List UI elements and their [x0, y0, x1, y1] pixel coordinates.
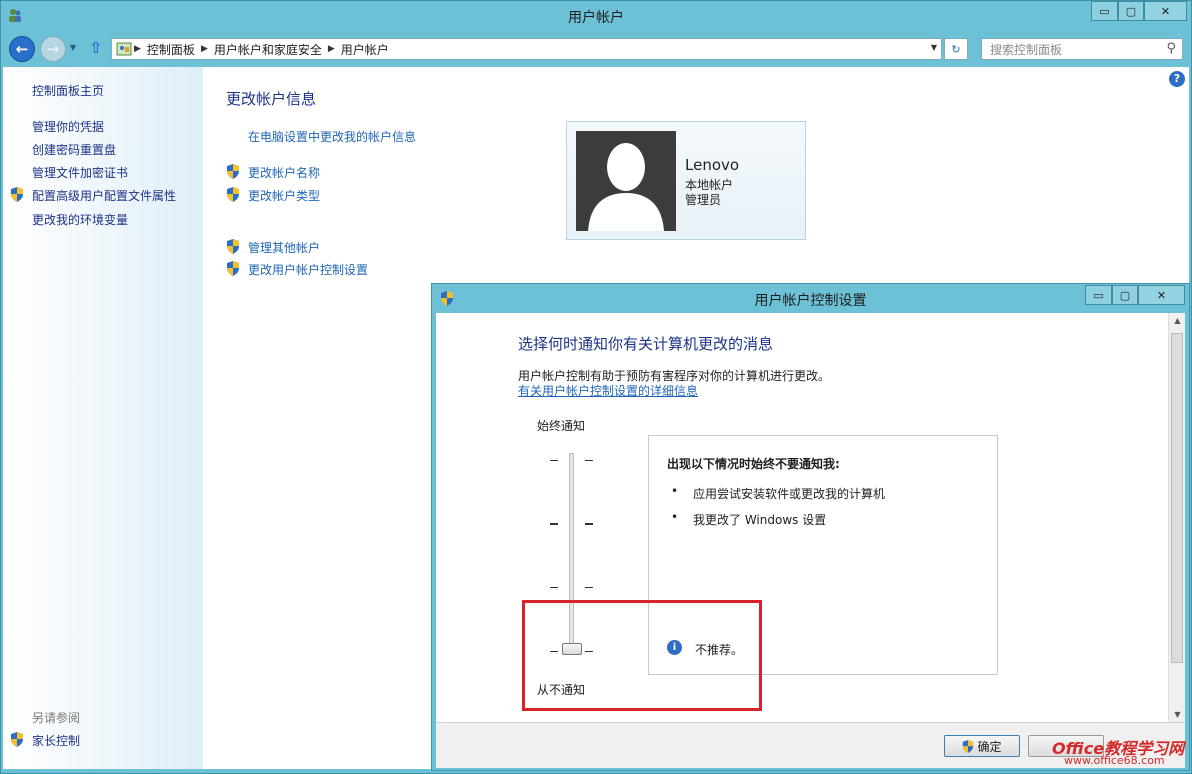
scroll-down-icon[interactable]: ▼: [1169, 710, 1186, 719]
info-bullet-item: 我更改了 Windows 设置: [693, 513, 827, 527]
uac-shield-icon: [227, 261, 239, 276]
slider-tick: [550, 460, 558, 461]
uac-shield-icon: [11, 187, 23, 202]
search-icon[interactable]: ⚲: [1166, 41, 1176, 56]
change-account-type-link[interactable]: 更改帐户类型: [248, 187, 320, 204]
uac-shield-icon: [227, 164, 239, 179]
dialog-heading: 选择何时通知你有关计算机更改的消息: [518, 335, 774, 353]
title-bar: 用户帐户 ▭ ▢ ✕: [1, 1, 1191, 31]
dialog-title: 用户帐户控制设置: [754, 293, 867, 309]
sidebar-item-credentials[interactable]: 管理你的凭据: [32, 118, 104, 135]
control-panel-icon: [116, 42, 132, 56]
see-also-heading: 另请参阅: [32, 711, 81, 725]
user-silhouette-icon: [588, 143, 664, 231]
breadcrumb-separator-icon: ▶: [134, 44, 141, 54]
breadcrumb-separator-icon: ▶: [200, 44, 208, 54]
breadcrumb-control-panel[interactable]: 控制面板: [143, 41, 199, 58]
sidebar: 控制面板主页 管理你的凭据 创建密码重置盘 管理文件加密证书 配置高级用户配置文…: [3, 67, 203, 769]
change-account-name-link[interactable]: 更改帐户名称: [248, 164, 320, 181]
slider-tick: [550, 523, 558, 525]
slider-tick: [550, 587, 558, 588]
sidebar-item-parental-controls[interactable]: 家长控制: [32, 732, 80, 749]
user-card: Lenovo 本地帐户 管理员: [566, 121, 806, 240]
address-dropdown-icon[interactable]: ▼: [931, 43, 937, 52]
up-arrow-icon[interactable]: ⇧: [89, 38, 102, 57]
highlight-box: [522, 600, 762, 711]
minimize-button[interactable]: ▭: [1091, 1, 1118, 21]
info-heading: 出现以下情况时始终不要通知我:: [667, 457, 840, 471]
dialog-restore-button[interactable]: ▢: [1112, 285, 1138, 305]
avatar: [576, 131, 676, 231]
sidebar-item-encryption-cert[interactable]: 管理文件加密证书: [32, 164, 128, 181]
help-icon[interactable]: ?: [1169, 71, 1185, 87]
uac-shield-icon: [11, 732, 23, 747]
user-name: Lenovo: [685, 156, 740, 174]
ok-button[interactable]: 确定: [944, 735, 1020, 757]
navigation-bar: ← → ▼ ⇧ ▶ 控制面板 ▶ 用户帐户和家庭安全 ▶ 用户帐户 ▼ ↻ 搜索…: [1, 33, 1191, 67]
refresh-icon[interactable]: ↻: [944, 38, 968, 60]
address-bar[interactable]: ▶ 控制面板 ▶ 用户帐户和家庭安全 ▶ 用户帐户 ▼: [111, 38, 942, 60]
sidebar-item-environment-vars[interactable]: 更改我的环境变量: [32, 211, 128, 228]
breadcrumb-user-accounts-family[interactable]: 用户帐户和家庭安全: [210, 41, 326, 58]
uac-shield-icon: [963, 739, 974, 753]
uac-shield-icon: [227, 187, 239, 202]
sidebar-home-link[interactable]: 控制面板主页: [32, 82, 104, 99]
pc-settings-link[interactable]: 在电脑设置中更改我的帐户信息: [248, 128, 416, 145]
bullet-icon: •: [671, 484, 679, 498]
uac-shield-icon: [227, 239, 239, 254]
window-title: 用户帐户: [568, 10, 624, 26]
dialog-close-button[interactable]: ✕: [1138, 285, 1185, 305]
change-uac-settings-link[interactable]: 更改用户帐户控制设置: [248, 261, 368, 278]
slider-tick: [585, 587, 593, 588]
breadcrumb-user-accounts[interactable]: 用户帐户: [337, 41, 393, 58]
recent-pages-dropdown-icon[interactable]: ▼: [70, 43, 76, 52]
back-arrow-icon[interactable]: ←: [9, 36, 35, 62]
info-bullet-item: 应用尝试安装软件或更改我的计算机: [693, 487, 886, 501]
close-button[interactable]: ✕: [1144, 1, 1187, 21]
restore-button[interactable]: ▢: [1118, 1, 1144, 21]
search-placeholder: 搜索控制面板: [990, 42, 1063, 57]
dialog-body: 选择何时通知你有关计算机更改的消息 用户帐户控制有助于预防有害程序对你的计算机进…: [436, 313, 1185, 722]
uac-details-link[interactable]: 有关用户帐户控制设置的详细信息: [518, 382, 698, 399]
sidebar-item-password-reset[interactable]: 创建密码重置盘: [32, 141, 116, 158]
manage-other-accounts-link[interactable]: 管理其他帐户: [248, 239, 320, 256]
bullet-icon: •: [671, 510, 679, 524]
slider-tick: [585, 460, 593, 461]
watermark-url: www.office68.com: [1064, 754, 1165, 767]
slider-tick: [585, 523, 593, 525]
page-title: 更改帐户信息: [226, 90, 317, 108]
dialog-scrollbar[interactable]: ▲ ▼: [1168, 313, 1185, 722]
ok-button-label: 确定: [977, 739, 1002, 754]
forward-arrow-icon[interactable]: →: [40, 36, 66, 62]
slider-top-label: 始终通知: [537, 419, 586, 433]
dialog-minimize-button[interactable]: ▭: [1085, 285, 1112, 305]
search-input[interactable]: 搜索控制面板 ⚲: [981, 38, 1183, 60]
breadcrumb-separator-icon: ▶: [327, 44, 335, 54]
user-role: 管理员: [685, 193, 722, 207]
scrollbar-thumb[interactable]: [1171, 333, 1183, 663]
sidebar-item-advanced-profile[interactable]: 配置高级用户配置文件属性: [32, 187, 176, 204]
uac-dialog: 用户帐户控制设置 ▭ ▢ ✕ 选择何时通知你有关计算机更改的消息 用户帐户控制有…: [431, 283, 1190, 771]
scroll-up-icon[interactable]: ▲: [1169, 316, 1186, 325]
